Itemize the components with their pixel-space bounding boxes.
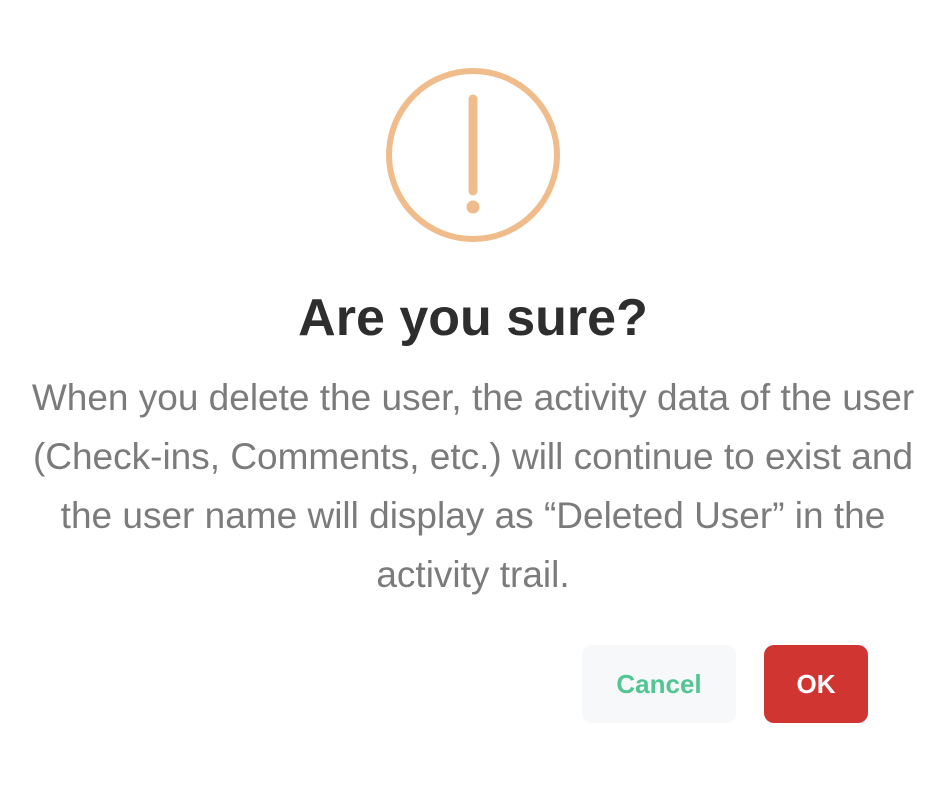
dialog-title: Are you sure? <box>298 289 648 347</box>
confirm-dialog: Are you sure? When you delete the user, … <box>0 0 946 786</box>
ok-button[interactable]: OK <box>764 645 868 723</box>
dialog-message: When you delete the user, the activity d… <box>31 377 915 595</box>
cancel-button[interactable]: Cancel <box>582 645 736 723</box>
warning-exclamation-icon <box>385 67 561 243</box>
